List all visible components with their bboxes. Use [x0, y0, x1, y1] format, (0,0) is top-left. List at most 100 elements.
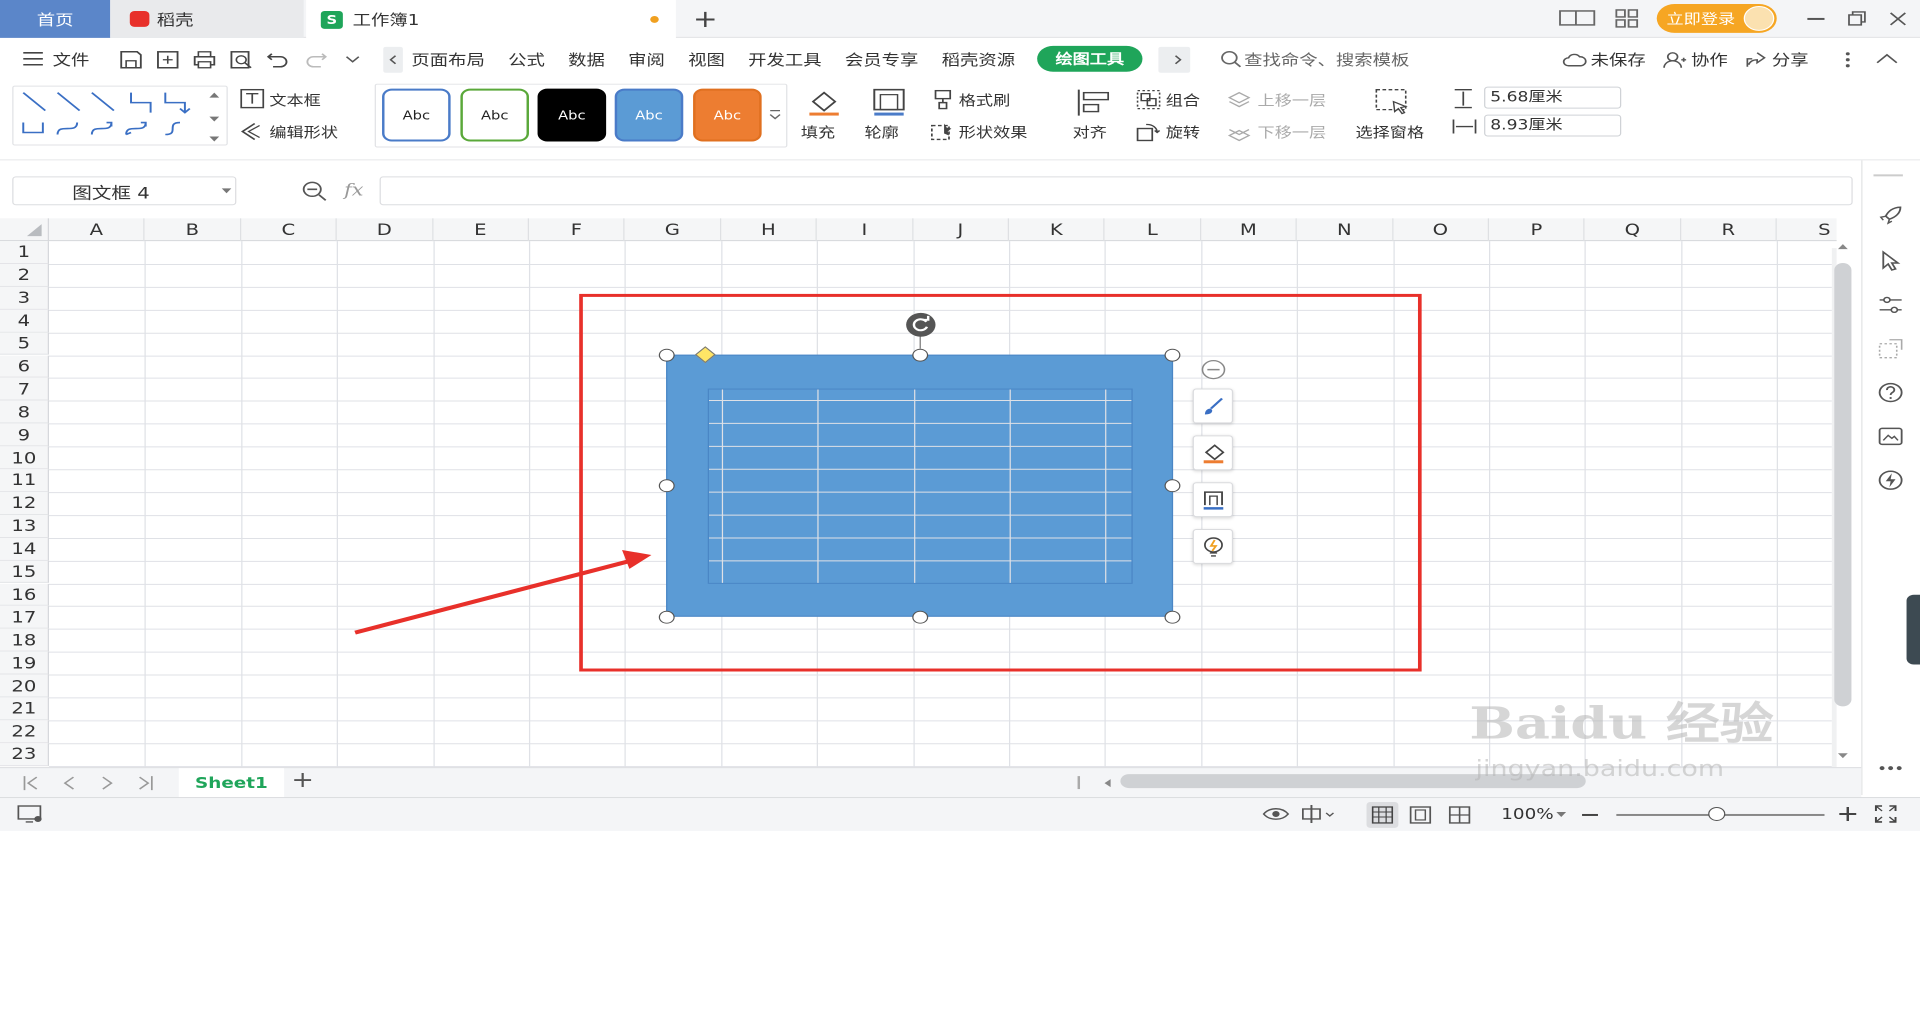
prev-sheet-icon[interactable] — [61, 775, 76, 791]
resize-handle-bottom-left[interactable] — [658, 610, 675, 624]
column-header-r[interactable]: R — [1681, 218, 1777, 242]
column-header-n[interactable]: N — [1297, 218, 1393, 242]
menu-member[interactable]: 会员专享 — [845, 49, 918, 70]
name-box-dropdown-icon[interactable] — [221, 188, 232, 194]
menu-page-layout[interactable]: 页面布局 — [411, 49, 484, 70]
collapse-ribbon-icon[interactable] — [1876, 53, 1898, 65]
next-sheet-icon[interactable] — [100, 775, 115, 791]
row-header-9[interactable]: 9 — [0, 423, 49, 447]
command-search-input[interactable]: 查找命令、搜索模板 — [1244, 49, 1409, 70]
transform-icon[interactable] — [1877, 338, 1904, 360]
style-gallery-more-icon[interactable] — [769, 109, 781, 122]
settings-sliders-icon[interactable] — [1877, 294, 1904, 316]
hamburger-icon[interactable] — [22, 51, 44, 67]
align-button[interactable]: 对齐 — [1073, 123, 1107, 143]
resize-handle-bottom[interactable] — [912, 610, 929, 624]
column-header-c[interactable]: C — [241, 218, 337, 242]
menu-daoke-resources[interactable]: 稻壳资源 — [942, 49, 1015, 70]
frame-shape[interactable] — [666, 354, 1174, 617]
column-header-f[interactable]: F — [529, 218, 625, 242]
new-tab-button[interactable]: + — [692, 0, 719, 38]
login-button[interactable]: 立即登录 — [1656, 3, 1777, 33]
shape-effect-button[interactable]: 形状效果 — [959, 123, 1028, 143]
column-header-e[interactable]: E — [433, 218, 529, 242]
rotate-button[interactable]: 旋转 — [1166, 123, 1200, 143]
zoom-level[interactable]: 100% — [1501, 805, 1554, 823]
tab-splitter[interactable] — [1077, 776, 1081, 790]
spreadsheet-grid[interactable]: ABCDEFGHIJKLMNOPQRS 1 2 3 4 5 6 7 8 9 10 11 12 13 14 1… — [0, 218, 1837, 768]
help-icon[interactable] — [1877, 382, 1904, 404]
format-brush-button[interactable]: 格式刷 — [959, 91, 1010, 111]
menu-developer[interactable]: 开发工具 — [748, 49, 821, 70]
row-header-10[interactable]: 10 — [0, 446, 49, 470]
tab-daoke[interactable]: 稻壳 — [110, 0, 304, 38]
row-header-5[interactable]: 5 — [0, 332, 49, 356]
send-backward-button[interactable]: 下移一层 — [1258, 123, 1327, 143]
zoom-dropdown-icon[interactable] — [1556, 811, 1567, 818]
resize-handle-top-left[interactable] — [658, 348, 675, 362]
scroll-down-icon[interactable] — [1837, 752, 1849, 760]
row-header-4[interactable]: 4 — [0, 309, 49, 333]
print-preview-icon[interactable] — [229, 50, 253, 70]
language-icon[interactable] — [1298, 804, 1335, 824]
collapse-tools-icon[interactable] — [1200, 359, 1227, 381]
menu-scroll-left-icon[interactable] — [383, 46, 403, 73]
row-header-13[interactable]: 13 — [0, 514, 49, 538]
bring-forward-button[interactable]: 上移一层 — [1258, 91, 1327, 111]
column-header-b[interactable]: B — [145, 218, 241, 242]
export-icon[interactable] — [156, 50, 180, 70]
search-icon[interactable] — [1220, 50, 1242, 68]
resize-handle-bottom-right[interactable] — [1164, 610, 1181, 624]
column-header-g[interactable]: G — [625, 218, 721, 242]
column-header-a[interactable]: A — [49, 218, 145, 242]
apps-grid-icon[interactable] — [1615, 9, 1639, 29]
float-fill-icon[interactable] — [1192, 435, 1234, 471]
page-layout-view-icon[interactable] — [1408, 805, 1432, 825]
column-header-i[interactable]: I — [817, 218, 913, 242]
tab-home[interactable]: 首页 — [0, 0, 111, 38]
sidebar-handle[interactable] — [1873, 174, 1903, 177]
shape-style-1[interactable]: Abc — [382, 88, 451, 142]
fullscreen-icon[interactable] — [1873, 804, 1897, 824]
zoom-out-icon[interactable] — [1582, 813, 1598, 816]
more-vertical-icon[interactable] — [1844, 51, 1851, 69]
menu-file[interactable]: 文件 — [53, 49, 90, 70]
row-header-15[interactable]: 15 — [0, 560, 49, 584]
row-header-3[interactable]: 3 — [0, 286, 49, 310]
collaborate-button[interactable]: 协作 — [1691, 49, 1728, 70]
zoom-slider-thumb[interactable] — [1708, 807, 1726, 821]
row-header-19[interactable]: 19 — [0, 651, 49, 675]
name-box[interactable]: 图文框 4 — [12, 176, 237, 206]
row-header-22[interactable]: 22 — [0, 720, 49, 744]
column-header-m[interactable]: M — [1201, 218, 1297, 242]
selection-pane-button[interactable]: 选择窗格 — [1356, 123, 1425, 143]
last-sheet-icon[interactable] — [137, 775, 154, 791]
textbox-button[interactable]: 文本框 — [269, 91, 320, 111]
resize-handle-left[interactable] — [658, 479, 675, 493]
column-header-q[interactable]: Q — [1585, 218, 1681, 242]
zoom-in-icon[interactable] — [1839, 807, 1857, 821]
restore-icon[interactable] — [1848, 11, 1868, 27]
row-header-18[interactable]: 18 — [0, 628, 49, 652]
redo-icon[interactable] — [304, 50, 328, 70]
hscroll-left-icon[interactable] — [1102, 778, 1112, 788]
image-tools-icon[interactable] — [1877, 425, 1904, 447]
group-button[interactable]: 组合 — [1166, 91, 1200, 111]
rocket-icon[interactable] — [1877, 204, 1904, 226]
row-header-1[interactable]: 1 — [0, 241, 49, 264]
shape-width-input[interactable]: 8.93厘米 — [1484, 114, 1622, 137]
shape-height-input[interactable]: 5.68厘米 — [1484, 86, 1622, 109]
resize-handle-top-right[interactable] — [1164, 348, 1181, 362]
float-outline-icon[interactable] — [1192, 482, 1234, 518]
smart-lightning-icon[interactable] — [1877, 469, 1904, 491]
print-icon[interactable] — [192, 50, 216, 70]
row-header-17[interactable]: 17 — [0, 606, 49, 629]
tab-workbook[interactable]: S 工作簿1 — [306, 0, 676, 39]
eye-protect-icon[interactable] — [1261, 805, 1290, 823]
row-header-21[interactable]: 21 — [0, 697, 49, 721]
scroll-up-icon[interactable] — [1837, 242, 1849, 250]
column-header-p[interactable]: P — [1489, 218, 1585, 242]
column-header-h[interactable]: H — [721, 218, 817, 242]
row-header-8[interactable]: 8 — [0, 400, 49, 424]
shape-style-5[interactable]: Abc — [693, 88, 762, 142]
